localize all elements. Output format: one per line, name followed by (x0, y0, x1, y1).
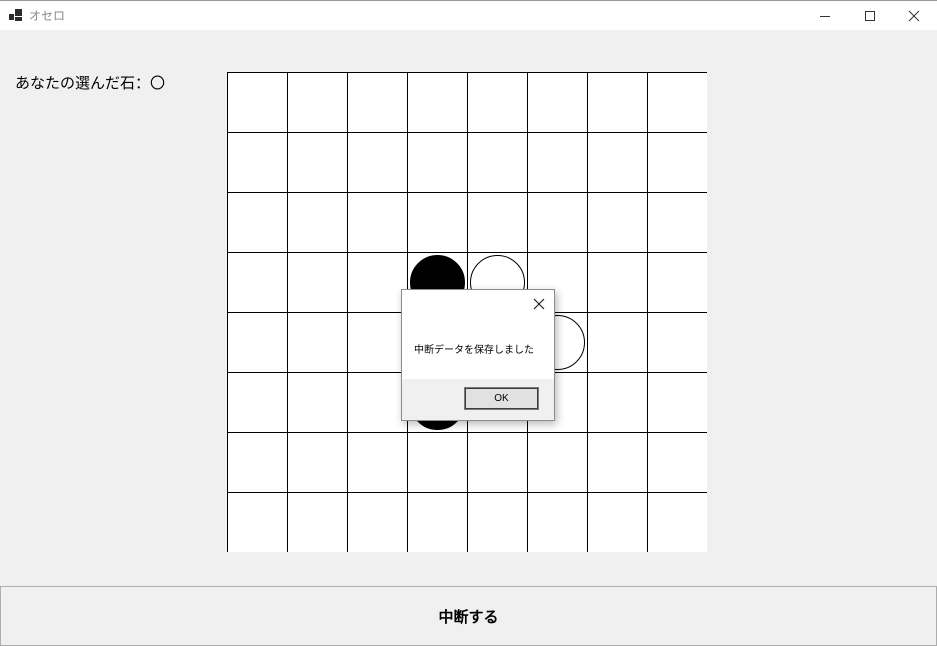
board-cell[interactable] (587, 192, 648, 253)
board-cell[interactable] (347, 372, 408, 433)
board-cell[interactable] (407, 72, 468, 133)
board-cell[interactable] (287, 432, 348, 493)
board-cell[interactable] (647, 132, 708, 193)
board-cell[interactable] (287, 132, 348, 193)
maximize-button[interactable] (847, 1, 893, 30)
board-cell[interactable] (587, 252, 648, 313)
minimize-button[interactable] (802, 1, 848, 30)
board-cell[interactable] (347, 192, 408, 253)
dialog-footer: OK (402, 379, 554, 420)
board-cell[interactable] (287, 372, 348, 433)
board-cell[interactable] (647, 312, 708, 373)
stop-game-button[interactable]: 中断する (0, 586, 937, 646)
board-cell[interactable] (527, 72, 588, 133)
board-cell[interactable] (587, 492, 648, 553)
board-cell[interactable] (467, 192, 528, 253)
board-cell[interactable] (647, 432, 708, 493)
board-cell[interactable] (647, 372, 708, 433)
board-cell[interactable] (647, 492, 708, 553)
board-cell[interactable] (287, 192, 348, 253)
board-cell[interactable] (587, 312, 648, 373)
selected-stone-label: あなたの選んだ石：〇 (15, 74, 166, 92)
board-cell[interactable] (647, 192, 708, 253)
title-bar: オセロ (0, 0, 937, 30)
board-cell[interactable] (287, 72, 348, 133)
maximize-icon (865, 10, 875, 21)
close-icon (908, 10, 920, 21)
board-cell[interactable] (347, 252, 408, 313)
board-cell[interactable] (527, 132, 588, 193)
dialog-message: 中断データを保存しました (414, 345, 534, 356)
board-cell[interactable] (227, 492, 288, 553)
board-cell[interactable] (227, 72, 288, 133)
board-cell[interactable] (227, 132, 288, 193)
board-cell[interactable] (587, 132, 648, 193)
board-cell[interactable] (587, 432, 648, 493)
board-cell[interactable] (227, 312, 288, 373)
board-cell[interactable] (407, 432, 468, 493)
board-cell[interactable] (227, 372, 288, 433)
board-cell[interactable] (587, 372, 648, 433)
board-cell[interactable] (347, 72, 408, 133)
board-cell[interactable] (227, 192, 288, 253)
message-dialog: 中断データを保存しました OK (401, 289, 555, 421)
board-cell[interactable] (647, 72, 708, 133)
board-cell[interactable] (467, 72, 528, 133)
board-cell[interactable] (467, 132, 528, 193)
minimize-icon (820, 15, 830, 17)
app-icon[interactable] (9, 9, 22, 21)
close-button[interactable] (891, 1, 937, 30)
board-cell[interactable] (647, 252, 708, 313)
board-cell[interactable] (407, 132, 468, 193)
board-cell[interactable] (227, 252, 288, 313)
board-cell[interactable] (347, 492, 408, 553)
board-cell[interactable] (587, 72, 648, 133)
board-cell[interactable] (347, 432, 408, 493)
board-cell[interactable] (347, 132, 408, 193)
board-cell[interactable] (527, 432, 588, 493)
board-cell[interactable] (407, 192, 468, 253)
board-cell[interactable] (527, 492, 588, 553)
board-cell[interactable] (467, 492, 528, 553)
board-cell[interactable] (227, 432, 288, 493)
board-cell[interactable] (527, 192, 588, 253)
board-cell[interactable] (287, 492, 348, 553)
ok-button[interactable]: OK (464, 387, 539, 410)
board-cell[interactable] (287, 252, 348, 313)
window-title: オセロ (29, 9, 66, 23)
board-cell[interactable] (287, 312, 348, 373)
board-cell[interactable] (407, 492, 468, 553)
close-icon[interactable] (532, 297, 546, 311)
board-cell[interactable] (347, 312, 408, 373)
board-cell[interactable] (467, 432, 528, 493)
